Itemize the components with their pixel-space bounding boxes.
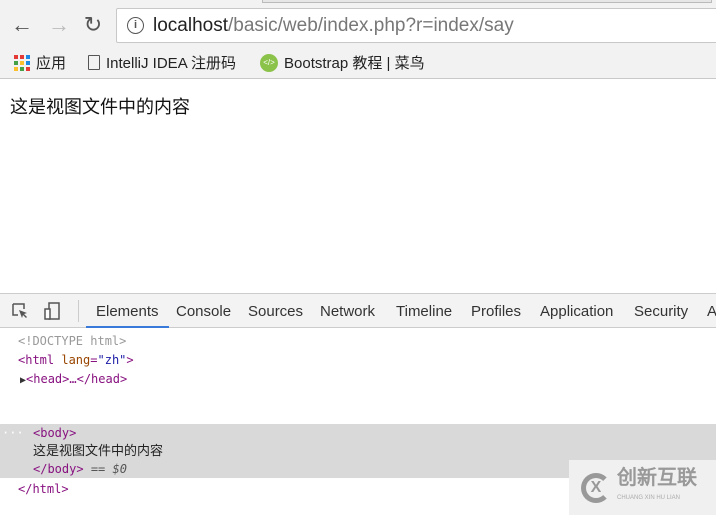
dom-html-close[interactable]: </html> bbox=[18, 480, 69, 499]
device-toolbar-icon[interactable] bbox=[44, 302, 62, 320]
apps-grid-icon bbox=[14, 54, 30, 71]
toolbar-divider bbox=[78, 300, 79, 322]
browser-chrome: ← → ↻ i localhost/basic/web/index.php?r=… bbox=[0, 0, 716, 79]
dom-doctype[interactable]: <!DOCTYPE html> bbox=[18, 332, 126, 351]
dom-html-open[interactable]: <html lang="zh"> bbox=[18, 351, 134, 370]
tab-security[interactable]: Security bbox=[634, 303, 688, 320]
dom-body-open[interactable]: <body> bbox=[33, 424, 76, 443]
tab-timeline[interactable]: Timeline bbox=[396, 303, 452, 320]
bookmark-bootstrap[interactable]: </> Bootstrap 教程 | 菜鸟 bbox=[260, 52, 425, 73]
back-button[interactable]: ← bbox=[10, 12, 34, 38]
logo-icon: X bbox=[581, 472, 611, 503]
tab-elements[interactable]: Elements bbox=[86, 303, 169, 328]
address-bar[interactable]: i localhost/basic/web/index.php?r=index/… bbox=[116, 8, 716, 43]
info-icon[interactable]: i bbox=[127, 17, 144, 34]
dom-body-close[interactable]: </body> == $0 bbox=[33, 460, 127, 479]
forward-button[interactable]: → bbox=[47, 12, 71, 38]
inspect-element-icon[interactable] bbox=[11, 302, 29, 320]
reload-button[interactable]: ↻ bbox=[81, 12, 105, 38]
bootstrap-icon: </> bbox=[260, 53, 278, 72]
tab-overflow[interactable]: A bbox=[707, 303, 716, 320]
tab-strip bbox=[262, 0, 712, 3]
document-icon bbox=[88, 55, 100, 70]
tab-profiles[interactable]: Profiles bbox=[471, 303, 521, 320]
node-menu-ellipsis[interactable]: ··· bbox=[2, 424, 24, 443]
bookmark-intellij[interactable]: IntelliJ IDEA 注册码 bbox=[88, 52, 236, 73]
tab-application[interactable]: Application bbox=[540, 303, 613, 320]
url-text: localhost/basic/web/index.php?r=index/sa… bbox=[153, 15, 514, 36]
dom-body-text[interactable]: 这是视图文件中的内容 bbox=[33, 442, 163, 461]
devtools-toolbar: Elements Console Sources Network Timelin… bbox=[0, 294, 716, 328]
tab-console[interactable]: Console bbox=[176, 303, 231, 320]
tab-sources[interactable]: Sources bbox=[248, 303, 303, 320]
page-content: 这是视图文件中的内容 bbox=[10, 97, 190, 117]
tab-network[interactable]: Network bbox=[320, 303, 375, 320]
bookmark-apps[interactable]: 应用 bbox=[14, 52, 66, 73]
dom-head[interactable]: ▶<head>…</head> bbox=[20, 370, 127, 389]
watermark-logo: X 创新互联 CHUANG XIN HU LIAN bbox=[569, 460, 716, 515]
